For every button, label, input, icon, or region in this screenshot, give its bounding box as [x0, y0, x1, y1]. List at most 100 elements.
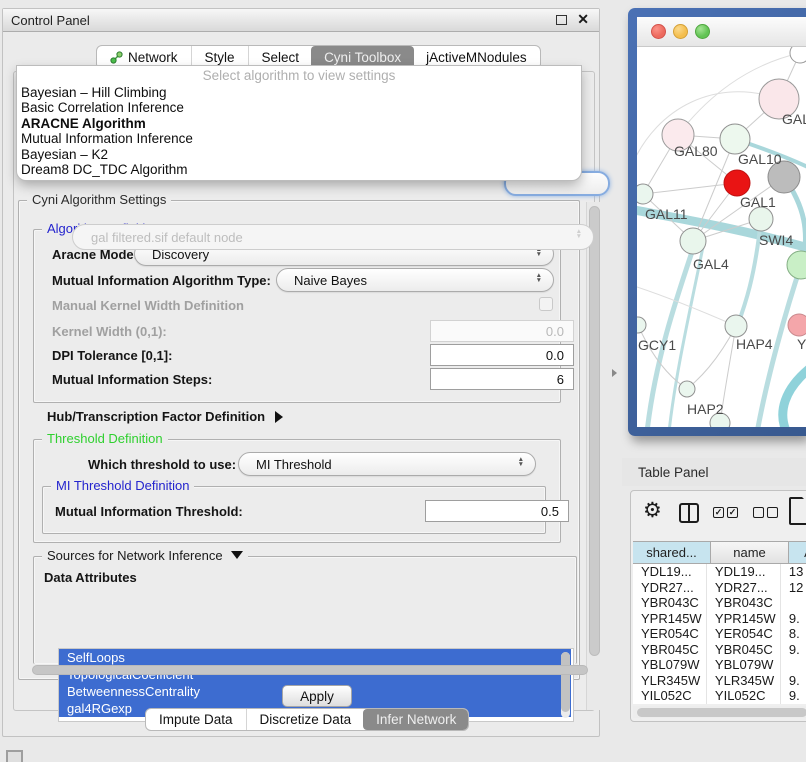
attributes-scrollbar[interactable]: [561, 652, 570, 718]
network-edge[interactable]: [687, 326, 736, 389]
mi-threshold-label: Mutual Information Threshold:: [55, 504, 243, 519]
table-row[interactable]: YIL052CYIL052C9.: [633, 688, 806, 704]
settings-vertical-scrollbar[interactable]: [586, 202, 601, 710]
close-traffic-light-icon[interactable]: [651, 24, 666, 39]
network-edge[interactable]: [783, 369, 806, 427]
table-row[interactable]: YDL19...YDL19...13: [633, 564, 806, 580]
network-edge[interactable]: [647, 243, 695, 427]
dropdown-item[interactable]: Bayesian – Hill Climbing: [17, 85, 581, 100]
table-horizontal-scrollbar[interactable]: [633, 706, 806, 718]
table-cell: 9.: [781, 642, 806, 658]
sources-toggle[interactable]: Sources for Network Inference: [42, 548, 248, 563]
deselect-checkboxes-icon[interactable]: [767, 507, 778, 518]
minimized-panel-icon[interactable]: [6, 750, 23, 762]
table-cell: YBR045C: [707, 642, 781, 658]
table-row[interactable]: YBR045CYBR045C9.: [633, 642, 806, 658]
mi-steps-value: 6: [557, 372, 564, 387]
column-header[interactable]: shared...: [633, 541, 711, 564]
pane-divider-arrow-icon[interactable]: [612, 369, 617, 377]
document-icon[interactable]: [789, 497, 806, 525]
control-panel-title: Control Panel: [11, 13, 90, 28]
network-node[interactable]: [787, 251, 806, 279]
threshold-definition-group: Threshold Definition Which threshold to …: [33, 439, 561, 543]
network-node[interactable]: [637, 184, 653, 204]
float-panel-icon[interactable]: [556, 15, 567, 25]
network-node[interactable]: [637, 317, 646, 333]
table-cell: YDR27...: [633, 580, 707, 596]
combo-stepper-icon: ▲▼: [518, 457, 524, 467]
dropdown-item[interactable]: ARACNE Algorithm: [17, 116, 581, 131]
settings-vertical-scrollbar-thumb[interactable]: [589, 206, 600, 656]
dropdown-item[interactable]: Dream8 DC_TDC Algorithm: [17, 162, 581, 177]
select-all-checkboxes-icon[interactable]: ✓: [713, 507, 724, 518]
table-cell: YBL079W: [633, 657, 707, 673]
select-all-checkboxes-icon[interactable]: ✓: [727, 507, 738, 518]
dropdown-item[interactable]: Mutual Information Inference: [17, 131, 581, 146]
network-node[interactable]: [720, 124, 750, 154]
manual-kernel-checkbox[interactable]: [539, 297, 553, 311]
deselect-checkboxes-icon[interactable]: [753, 507, 764, 518]
dpi-tolerance-field[interactable]: 0.0: [430, 344, 574, 366]
app-root: Control Panel ✕ NetworkStyleSelectCyni T…: [0, 0, 806, 762]
kernel-width-field[interactable]: 0.0: [430, 320, 574, 342]
apply-button-label: Apply: [300, 689, 334, 704]
table-row[interactable]: YBR043CYBR043C: [633, 595, 806, 611]
table-row[interactable]: YPR145WYPR145W9.: [633, 611, 806, 627]
table-cell: YDL19...: [707, 564, 781, 580]
column-header[interactable]: A: [789, 541, 806, 564]
network-node[interactable]: [788, 314, 806, 336]
network-window-titlebar[interactable]: [637, 17, 806, 47]
column-header[interactable]: name: [711, 541, 789, 564]
network-window[interactable]: GALGAL80GAL10GAL11GAL1SWI4GAL4GCY1HAP4YH…: [628, 8, 806, 436]
table-cell: 8.: [781, 626, 806, 642]
table-cell: YIL052C: [633, 688, 707, 704]
settings-horizontal-scrollbar-thumb[interactable]: [32, 665, 588, 675]
dropdown-item[interactable]: Bayesian – K2: [17, 147, 581, 162]
dropdown-item[interactable]: Basic Correlation Inference: [17, 100, 581, 115]
mi-type-combo[interactable]: Naive Bayes ▲▼: [276, 268, 554, 292]
network-node[interactable]: [749, 207, 773, 231]
network-node[interactable]: [790, 47, 806, 63]
table-row[interactable]: YER054CYER054C8.: [633, 626, 806, 642]
tab-label: jActiveMNodules: [426, 50, 527, 65]
mi-steps-field[interactable]: 6: [430, 368, 574, 390]
table-horizontal-scrollbar-thumb[interactable]: [637, 708, 806, 717]
hub-definition-label: Hub/Transcription Factor Definition: [47, 409, 265, 424]
tab-infer-network[interactable]: Infer Network: [363, 709, 469, 730]
zoom-traffic-light-icon[interactable]: [695, 24, 710, 39]
network-node-label: GCY1: [638, 337, 676, 353]
network-edge[interactable]: [643, 183, 737, 194]
algorithm-dropdown: Select algorithm to view settings Bayesi…: [17, 66, 581, 180]
table-cell: YPR145W: [707, 611, 781, 627]
table-select-combo[interactable]: gal filtered.sif default node ▲▼: [72, 224, 594, 250]
hub-definition-toggle[interactable]: Hub/Transcription Factor Definition: [47, 409, 283, 424]
close-panel-icon[interactable]: ✕: [577, 11, 589, 28]
which-threshold-combo[interactable]: MI Threshold ▲▼: [238, 452, 536, 476]
table-row[interactable]: YBL079WYBL079W: [633, 657, 806, 673]
table-row[interactable]: YDR27...YDR27...12: [633, 580, 806, 596]
column-layout-icon[interactable]: [679, 503, 699, 523]
mi-threshold-field[interactable]: 0.5: [425, 500, 569, 522]
table-cell: YER054C: [633, 626, 707, 642]
settings-gear-icon[interactable]: ⚙: [643, 499, 662, 523]
network-canvas[interactable]: GALGAL80GAL10GAL11GAL1SWI4GAL4GCY1HAP4YH…: [637, 47, 806, 427]
table-row[interactable]: YLR345WYLR345W9.: [633, 673, 806, 689]
table-body: YDL19...YDL19...13YDR27...YDR27...12YBR0…: [633, 564, 806, 704]
cyni-algorithm-settings-group: Cyni Algorithm Settings Algorithm Defini…: [18, 200, 580, 680]
algorithm-dropdown-items: Bayesian – Hill ClimbingBasic Correlatio…: [17, 85, 581, 177]
network-node[interactable]: [679, 381, 695, 397]
attribute-list-item[interactable]: SelfLoops: [59, 649, 571, 666]
sources-title: Sources for Network Inference: [47, 548, 223, 563]
table-panel: ⚙ ✓ ✓ shared...nameA YDL19...YDL19...13Y…: [630, 490, 806, 722]
network-node[interactable]: [725, 315, 747, 337]
table-cell: YPR145W: [633, 611, 707, 627]
attributes-scrollbar-thumb[interactable]: [561, 652, 570, 712]
network-node[interactable]: [724, 170, 750, 196]
minimize-traffic-light-icon[interactable]: [673, 24, 688, 39]
which-threshold-label: Which threshold to use:: [88, 457, 236, 472]
tab-discretize-data[interactable]: Discretize Data: [246, 709, 365, 730]
network-graph: GALGAL80GAL10GAL11GAL1SWI4GAL4GCY1HAP4YH…: [637, 47, 806, 427]
network-node[interactable]: [680, 228, 706, 254]
apply-button[interactable]: Apply: [282, 685, 352, 707]
tab-impute-data[interactable]: Impute Data: [146, 709, 246, 730]
